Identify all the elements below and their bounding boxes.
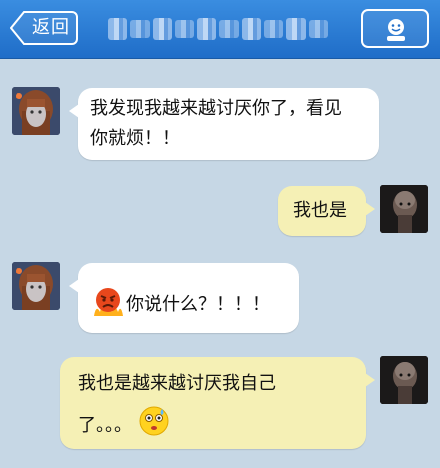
message-text: 你说什么？！！！ (126, 294, 270, 315)
man-avatar (380, 356, 428, 404)
chat-title-blurred (108, 17, 328, 41)
message-text: 我发现我越来越讨厌你了，看见 (90, 98, 342, 119)
message-bubble-outgoing[interactable]: 我也是 (278, 186, 375, 236)
man-avatar (380, 185, 428, 233)
smiley-user-icon (387, 19, 405, 41)
message-text: 我也是越来越讨厌我自己 (78, 373, 276, 394)
message-bubble-incoming[interactable]: 你说什么？！！！ (69, 263, 299, 333)
contact-avatar[interactable] (12, 87, 60, 135)
back-label: 返回 (32, 17, 70, 38)
message-text: 你就烦！！ (90, 128, 180, 149)
message-bubble-incoming[interactable]: 我发现我越来越讨厌你了，看见 你就烦！！ (69, 88, 379, 160)
girl-avatar (12, 262, 60, 310)
back-button[interactable]: 返回 (10, 10, 78, 46)
profile-button[interactable] (361, 9, 429, 48)
message-text: 我也是 (293, 200, 347, 221)
worried-face-icon (138, 405, 170, 447)
contact-avatar[interactable] (12, 262, 60, 310)
chat-header: 返回 (0, 0, 440, 59)
angry-face-icon (90, 282, 126, 328)
girl-avatar (12, 87, 60, 135)
my-avatar[interactable] (380, 356, 428, 404)
message-text: 了。。。 (78, 415, 132, 436)
my-avatar[interactable] (380, 185, 428, 233)
message-bubble-outgoing[interactable]: 我也是越来越讨厌我自己 了。。。 (60, 357, 375, 449)
